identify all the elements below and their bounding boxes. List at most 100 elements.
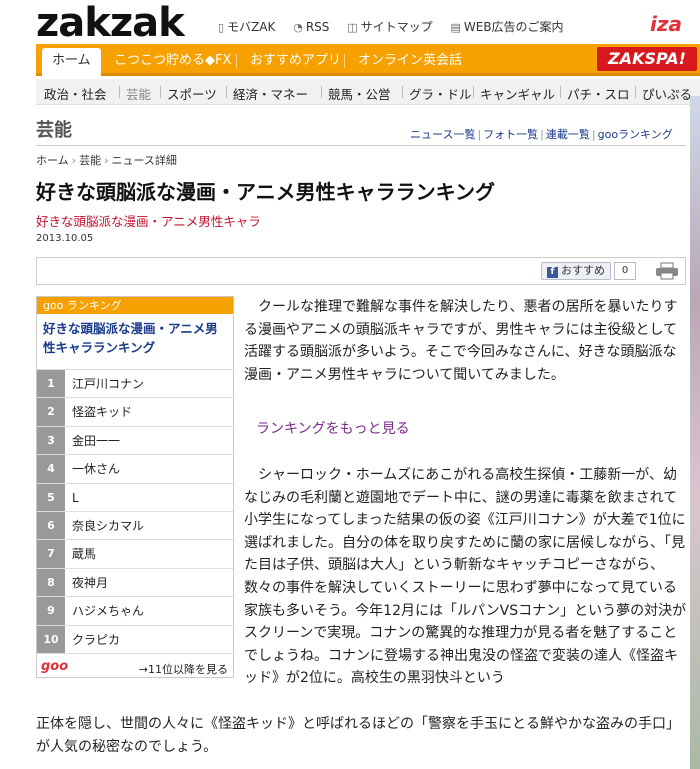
breadcrumb-home[interactable]: ホーム: [36, 154, 69, 167]
rank-number: 3: [37, 426, 65, 455]
category-sports[interactable]: スポーツ: [167, 84, 217, 103]
ranking-row[interactable]: 7 蔵馬: [37, 540, 233, 569]
article-paragraph: クールな推理で難解な事件を解決したり、悪者の居所を暴いたりする漫画やアニメの頭脳…: [244, 299, 678, 383]
rank-name: 一休さん: [72, 462, 121, 477]
goo-logo[interactable]: goo: [41, 659, 68, 674]
category-pachinko[interactable]: パチ・スロ: [567, 84, 630, 103]
rank-name: 夜神月: [72, 575, 109, 590]
link-goo-ranking[interactable]: gooランキング: [598, 128, 673, 141]
ranking-row[interactable]: 6 奈良シカマル: [37, 511, 233, 541]
section-links: ニュース一覧 | フォト一覧 | 連載一覧 | gooランキング: [410, 126, 673, 142]
category-divider: [226, 86, 227, 98]
category-divider: [160, 86, 161, 98]
tab-home[interactable]: ホーム: [42, 48, 101, 76]
site-logo[interactable]: zakzak: [36, 2, 185, 44]
category-campaign-girl[interactable]: キャンギャル: [480, 84, 555, 103]
breadcrumb-arrow-icon: ›: [71, 154, 77, 167]
section-title: 芸能: [36, 120, 72, 141]
article-headline: 好きな頭脳派な漫画・アニメ男性キャラランキング: [36, 180, 495, 204]
category-divider: [119, 86, 120, 98]
printer-icon[interactable]: [655, 262, 679, 280]
more-ranking-text-link[interactable]: ランキングをもっと見る: [256, 418, 410, 438]
ranking-row[interactable]: 4 一休さん: [37, 455, 233, 484]
link-divider: |: [591, 128, 596, 141]
ranking-row[interactable]: 3 金田一一: [37, 426, 233, 456]
category-nav: 政治・社会 芸能 スポーツ 経済・マネー 競馬・公営 グラ・ドル キャンギャル …: [36, 79, 700, 105]
main-nav: ホーム こつこつ貯める◆FX おすすめアプリ オンライン英会話 ZAKSPA!: [36, 44, 700, 76]
category-divider: [473, 86, 474, 98]
rank-number: 4: [37, 455, 65, 483]
rank-name: 奈良シカマル: [72, 518, 145, 533]
breadcrumb: ホーム › 芸能 › ニュース詳細: [36, 152, 177, 168]
top-links: ▯ モバZAK ◔ RSS ◫ サイトマップ ▤ WEB広告のご案内: [218, 18, 578, 35]
ranking-row[interactable]: 1 江戸川コナン: [37, 370, 233, 399]
mobile-icon: ▯: [218, 21, 225, 34]
article-paragraph: 正体を隠し、世間の人々に《怪盗キッド》と呼ばれるほどの「警察を手玉にとる鮮やかな…: [36, 716, 680, 755]
category-divider: [321, 86, 322, 98]
link-divider: |: [540, 128, 544, 141]
breadcrumb-arrow-icon: ›: [104, 154, 109, 167]
category-entertainment[interactable]: 芸能: [126, 84, 151, 103]
tab-english[interactable]: オンライン英会話: [350, 48, 470, 73]
document-icon: ▤: [450, 21, 461, 34]
rank-name: クラピカ: [72, 632, 121, 647]
rank-name: 金田一一: [72, 433, 121, 448]
ranking-row[interactable]: 9 ハジメちゃん: [37, 597, 233, 626]
ranking-row[interactable]: 10 クラピカ: [37, 625, 233, 654]
link-divider: |: [477, 128, 482, 141]
rank-number: 1: [37, 370, 65, 398]
tab-apps[interactable]: おすすめアプリ: [242, 48, 349, 73]
article-subhead: 好きな頭脳派な漫画・アニメ男性キャラ: [36, 214, 261, 229]
link-series-list[interactable]: 連載一覧: [546, 128, 590, 141]
category-divider: [402, 86, 403, 98]
ranking-footer: goo →11位以降を見る: [37, 654, 233, 680]
rss-icon: ◔: [293, 21, 303, 34]
right-rail-photo: [690, 96, 700, 769]
link-news-list[interactable]: ニュース一覧: [410, 128, 475, 141]
share-bar: f おすすめ 0: [36, 257, 686, 285]
rank-number: 2: [37, 398, 65, 426]
category-gravure[interactable]: グラ・ドル: [409, 84, 472, 103]
top-link-ads[interactable]: ▤ WEB広告のご案内: [450, 20, 563, 34]
zakspa-banner[interactable]: ZAKSPA!: [597, 47, 697, 71]
rank-number: 10: [37, 625, 65, 653]
category-economy[interactable]: 経済・マネー: [233, 84, 308, 103]
sitemap-icon: ◫: [347, 21, 358, 34]
more-ranking-link[interactable]: →11位以降を見る: [139, 661, 228, 677]
link-photo-list[interactable]: フォト一覧: [483, 128, 538, 141]
top-link-rss[interactable]: ◔ RSS: [293, 20, 329, 34]
ranking-row[interactable]: 2 怪盗キッド: [37, 398, 233, 427]
goo-ranking-box: goo ランキング 好きな頭脳派な漫画・アニメ男性キャラランキング 1 江戸川コナ…: [36, 296, 234, 678]
category-keiba[interactable]: 競馬・公営: [328, 84, 391, 103]
category-divider: [560, 86, 561, 98]
iza-logo[interactable]: iza: [650, 12, 682, 36]
category-people[interactable]: ぴいぷる: [642, 84, 692, 103]
masthead: zakzak ▯ モバZAK ◔ RSS ◫ サイトマップ ▤ WEB広告のご案内 iz…: [0, 0, 700, 44]
facebook-count: 0: [614, 262, 636, 280]
facebook-icon: f: [547, 267, 558, 278]
ranking-title[interactable]: 好きな頭脳派な漫画・アニメ男性キャラランキング: [37, 314, 233, 370]
tab-fx[interactable]: こつこつ貯める◆FX: [106, 48, 239, 73]
section-divider: [36, 145, 686, 146]
breadcrumb-current: ニュース詳細: [111, 154, 177, 167]
rank-name: 江戸川コナン: [72, 377, 145, 391]
ranking-row[interactable]: 8 夜神月: [37, 568, 233, 598]
ranking-header: goo ランキング: [37, 297, 233, 314]
rank-name: L: [72, 490, 79, 505]
top-link-mobile[interactable]: ▯ モバZAK: [218, 20, 275, 34]
nav-divider: [344, 54, 345, 68]
category-politics[interactable]: 政治・社会: [44, 84, 107, 103]
breadcrumb-entertainment[interactable]: 芸能: [79, 154, 101, 167]
ranking-row[interactable]: 5L: [37, 483, 233, 512]
rank-number: 6: [37, 511, 65, 540]
rank-number: 7: [37, 540, 65, 568]
nav-divider: [236, 54, 237, 68]
rank-name: 怪盗キッド: [72, 405, 133, 420]
article-date: 2013.10.05: [36, 233, 94, 244]
top-link-sitemap[interactable]: ◫ サイトマップ: [347, 20, 432, 34]
article-paragraph: シャーロック・ホームズにあこがれる高校生探偵・工藤新一が、幼なじみの毛利蘭と遊園…: [244, 467, 687, 687]
rank-name: 蔵馬: [72, 547, 97, 562]
rank-number: 5: [37, 483, 65, 511]
facebook-recommend-button[interactable]: f おすすめ: [541, 262, 611, 280]
rank-name: ハジメちゃん: [72, 604, 145, 619]
